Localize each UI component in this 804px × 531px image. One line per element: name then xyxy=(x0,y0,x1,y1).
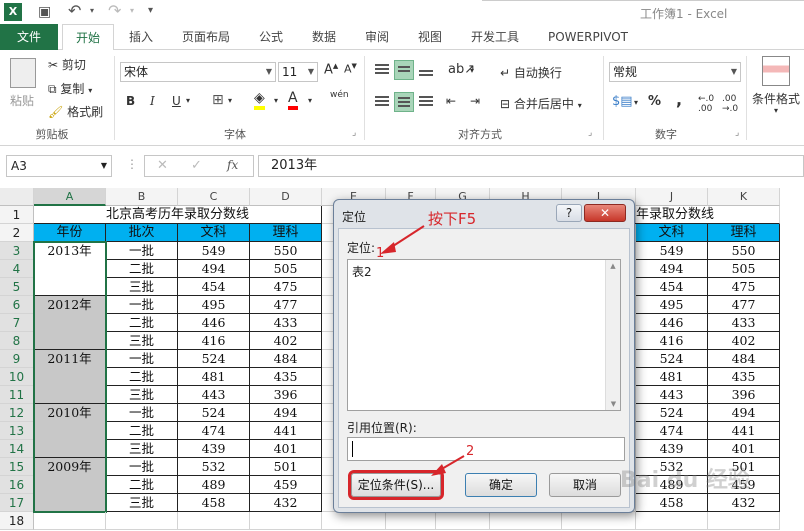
watermark: Bai du 经验 xyxy=(620,468,750,493)
arrow-1-line xyxy=(389,225,425,249)
step2-number: 2 xyxy=(466,444,475,459)
step1-number: 1 xyxy=(376,246,385,261)
step1-annotation: 按下F5 xyxy=(428,210,477,228)
annotation-arrows xyxy=(380,225,465,476)
arrow-2-head xyxy=(431,464,446,476)
